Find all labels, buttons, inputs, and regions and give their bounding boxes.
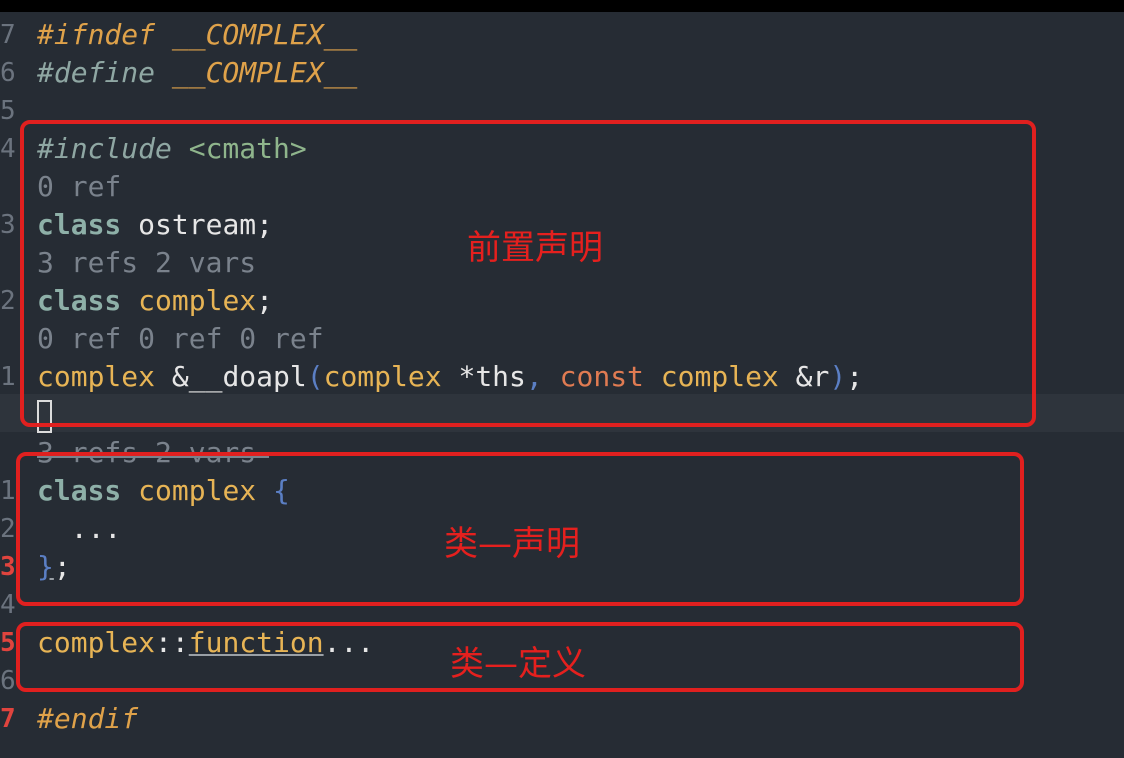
line-number: 2 [0, 286, 16, 316]
code-line[interactable]: 6 #define __COMPLEX__ [0, 54, 1124, 92]
line-number: 6 [0, 58, 16, 88]
line-number: 3 [0, 210, 16, 240]
line-number: 7 [0, 20, 16, 50]
code-text: #endif [37, 700, 138, 738]
line-number: 7 [0, 704, 16, 734]
code-token: #define [37, 56, 172, 89]
code-text: #ifndef __COMPLEX__ [37, 16, 357, 54]
code-text: #define __COMPLEX__ [37, 54, 357, 92]
code-token: #ifndef __COMPLEX__ [37, 18, 358, 51]
line-number: 5 [0, 96, 16, 126]
class-definition-annotation: 类—定义 [450, 644, 586, 684]
window-top-bar [0, 0, 1124, 12]
code-line[interactable]: 7 #ifndef __COMPLEX__ [0, 16, 1124, 54]
class-declaration-annotation: 类—声明 [444, 524, 580, 564]
line-number: 1 [0, 362, 16, 392]
code-token: #endif [37, 702, 139, 735]
code-token: __COMPLEX__ [171, 56, 358, 89]
forward-declaration-box [20, 120, 1036, 427]
forward-declaration-annotation: 前置声明 [467, 228, 603, 268]
code-line[interactable]: 7 #endif [0, 700, 1124, 738]
line-number: 4 [0, 134, 16, 164]
